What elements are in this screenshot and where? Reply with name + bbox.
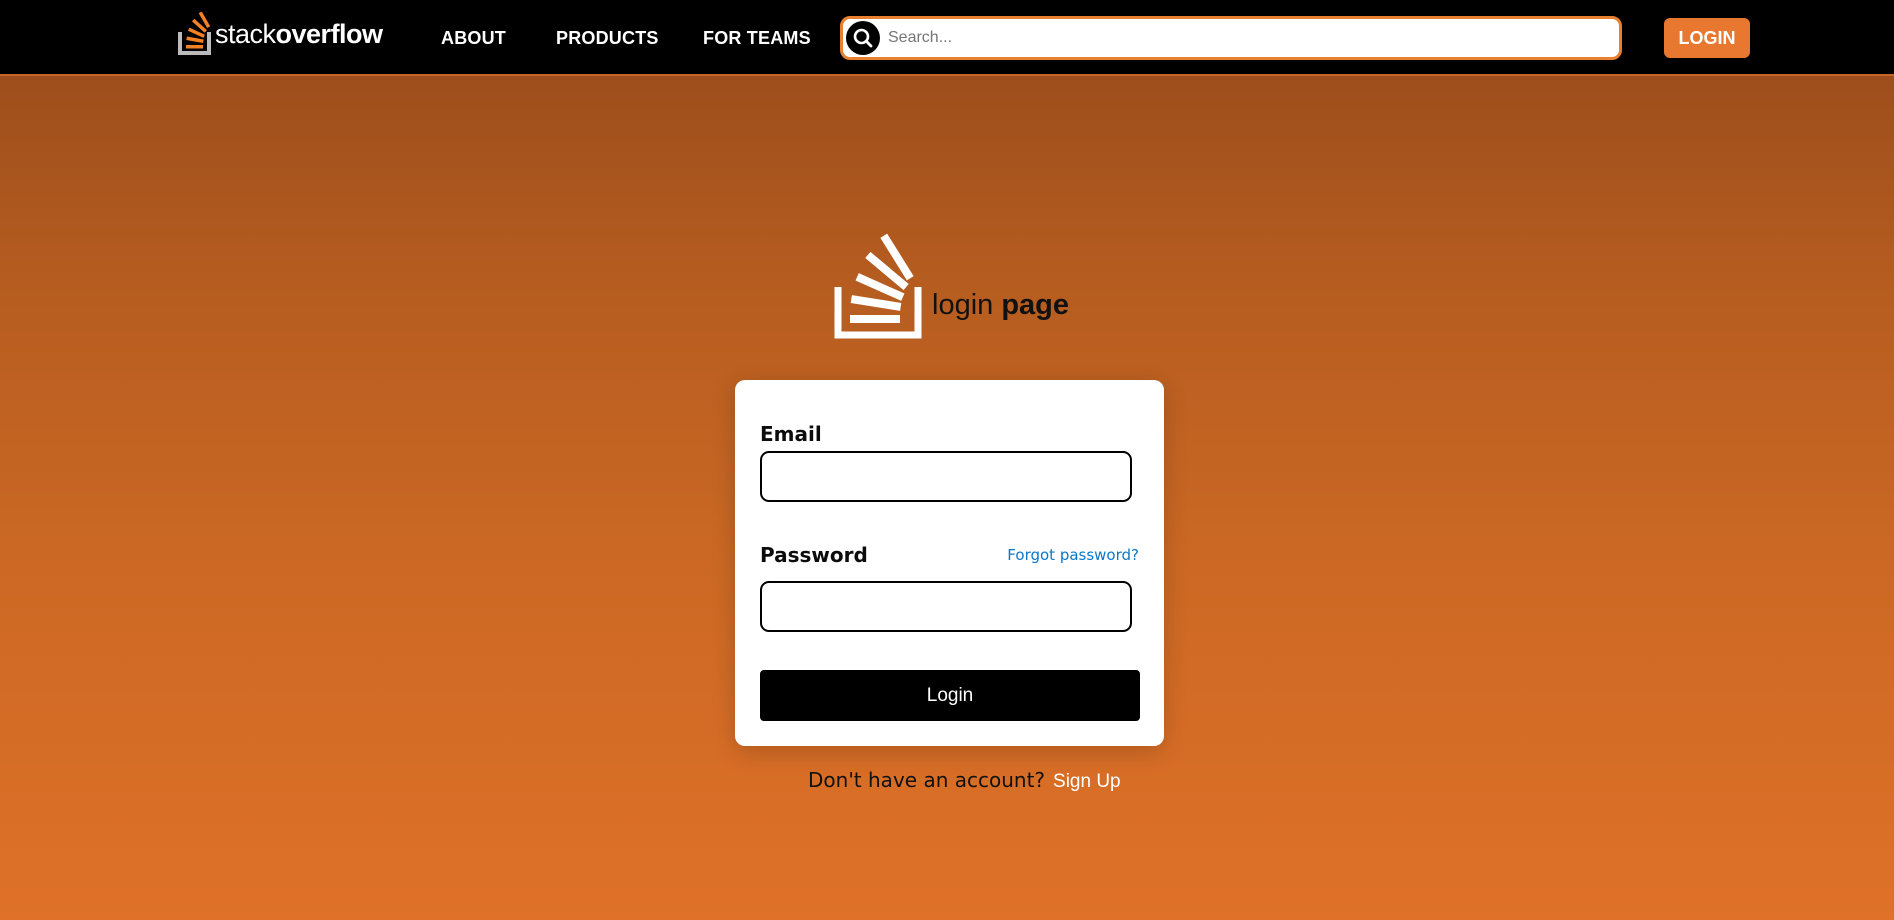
top-navbar: stackoverflow ABOUT PRODUCTS FOR TEAMS L… [0,0,1894,76]
nav-for-teams[interactable]: FOR TEAMS [703,28,811,49]
signup-prompt: Don't have an account? Sign Up [808,768,1121,793]
page-title-bold: page [1001,289,1070,321]
nav-about[interactable]: ABOUT [441,28,506,49]
page-title: login page [932,289,1069,322]
search-input[interactable] [888,29,1608,47]
search-icon[interactable] [846,21,880,55]
email-field[interactable] [760,451,1132,502]
password-field[interactable] [760,581,1132,632]
brand-wordmark: stackoverflow [215,19,383,50]
login-submit-button[interactable]: Login [760,670,1140,721]
password-label: Password [760,543,868,567]
brand-logo[interactable]: stackoverflow [178,12,383,56]
page-title-thin: login [932,289,994,321]
header-login-button[interactable]: LOGIN [1664,18,1750,58]
login-hero: login page [834,233,1069,344]
login-card: Email Password Forgot password? Login [735,380,1164,746]
email-label: Email [760,422,822,446]
search-bar [840,16,1622,60]
forgot-password-link[interactable]: Forgot password? [1007,546,1139,564]
stackoverflow-logo-icon [178,12,214,56]
brand-wordmark-thin: stack [215,18,276,49]
brand-wordmark-bold: overflow [275,18,384,49]
signup-prompt-text: Don't have an account? [808,768,1046,792]
nav-products[interactable]: PRODUCTS [556,28,659,49]
signup-link[interactable]: Sign Up [1053,771,1121,793]
stackoverflow-logo-icon [834,233,924,344]
